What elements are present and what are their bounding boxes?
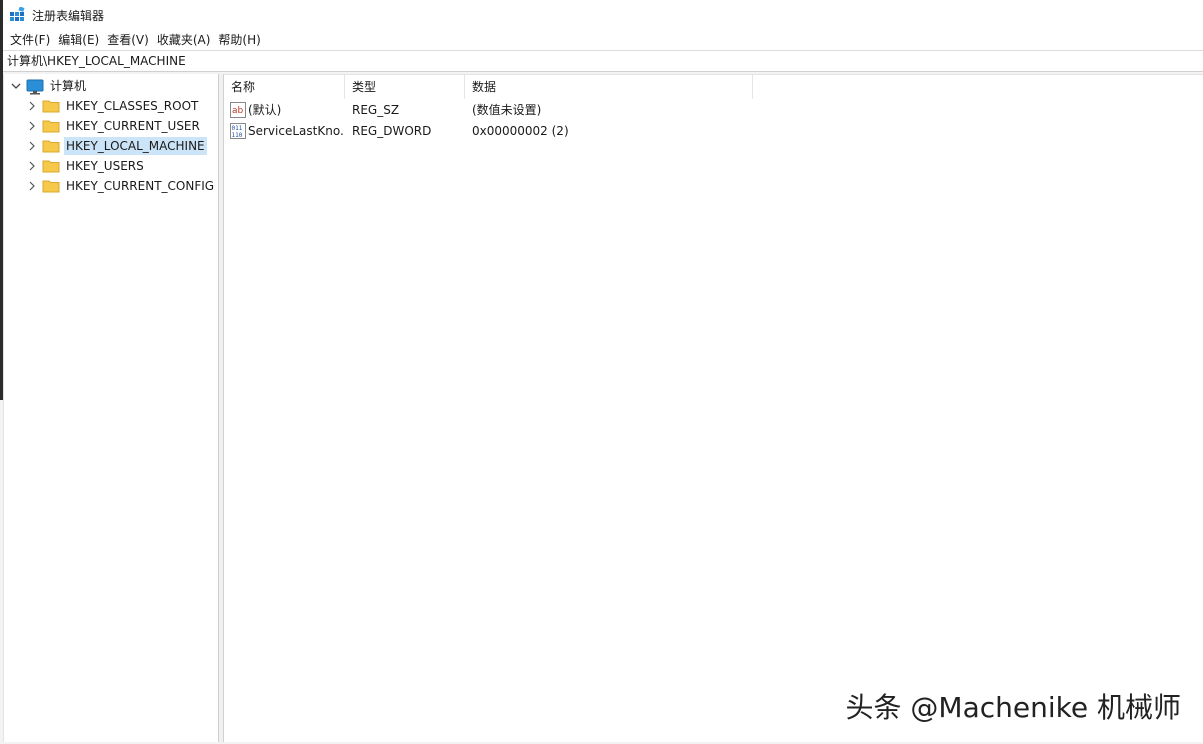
- value-data: 0x00000002 (2): [472, 124, 569, 138]
- tree-item-label: HKEY_CURRENT_USER: [66, 119, 200, 133]
- column-header-name[interactable]: 名称: [224, 75, 345, 99]
- tree-item-hkey-classes-root[interactable]: HKEY_CLASSES_ROOT: [26, 96, 200, 116]
- address-bar[interactable]: 计算机\HKEY_LOCAL_MACHINE: [3, 50, 1203, 72]
- chevron-right-icon[interactable]: [26, 160, 38, 172]
- tree-item-hkey-current-config[interactable]: HKEY_CURRENT_CONFIG: [26, 176, 216, 196]
- value-type: REG_DWORD: [352, 124, 432, 138]
- chevron-down-icon[interactable]: [10, 80, 22, 92]
- window-title: 注册表编辑器: [32, 8, 105, 23]
- computer-icon: [26, 79, 44, 95]
- tree-item-label-selected: HKEY_LOCAL_MACHINE: [64, 137, 207, 155]
- menu-bar: 文件(F) 编辑(E) 查看(V) 收藏夹(A) 帮助(H): [3, 30, 1203, 50]
- watermark-text: 头条 @Machenike 机械师: [845, 691, 1181, 724]
- chevron-right-icon[interactable]: [26, 100, 38, 112]
- chevron-right-icon[interactable]: [26, 140, 38, 152]
- column-header-data[interactable]: 数据: [465, 75, 753, 99]
- tree-root-label: 计算机: [50, 79, 87, 93]
- svg-text:110: 110: [232, 132, 243, 139]
- value-name: (默认): [248, 103, 282, 117]
- menu-edit[interactable]: 编辑(E): [57, 31, 106, 49]
- menu-view[interactable]: 查看(V): [106, 31, 156, 49]
- svg-text:ab: ab: [232, 106, 244, 116]
- values-list[interactable]: 名称 类型 数据 ab (默认) REG_SZ (数值未设置) 011 110: [223, 74, 1203, 742]
- tree-item-hkey-current-user[interactable]: HKEY_CURRENT_USER: [26, 116, 202, 136]
- string-value-icon: ab: [230, 102, 246, 118]
- tree-item-label: HKEY_CURRENT_CONFIG: [66, 179, 215, 193]
- column-headers: 名称 类型 数据: [224, 75, 1203, 99]
- folder-icon: [42, 119, 60, 133]
- value-name: ServiceLastKno...: [248, 124, 344, 138]
- value-row[interactable]: 011 110 ServiceLastKno... REG_DWORD 0x00…: [224, 121, 1203, 141]
- svg-text:011: 011: [232, 125, 243, 132]
- regedit-window: 注册表编辑器 文件(F) 编辑(E) 查看(V) 收藏夹(A) 帮助(H) 计算…: [0, 0, 1203, 744]
- column-header-type[interactable]: 类型: [345, 75, 465, 99]
- tree-item-label: HKEY_CLASSES_ROOT: [66, 99, 199, 113]
- folder-icon: [42, 139, 60, 153]
- value-row[interactable]: ab (默认) REG_SZ (数值未设置): [224, 100, 1203, 120]
- menu-file[interactable]: 文件(F): [9, 31, 57, 49]
- chevron-right-icon[interactable]: [26, 180, 38, 192]
- tree-item-hkey-users[interactable]: HKEY_USERS: [26, 156, 146, 176]
- menu-help[interactable]: 帮助(H): [217, 31, 267, 49]
- key-tree[interactable]: 计算机 HKEY_CLASSES_ROOT HKEY_CURRENT_USER: [3, 74, 219, 742]
- folder-icon: [42, 179, 60, 193]
- chevron-right-icon[interactable]: [26, 120, 38, 132]
- title-bar[interactable]: 注册表编辑器: [3, 0, 1203, 30]
- tree-item-label: HKEY_USERS: [66, 159, 144, 173]
- regedit-app-icon: [10, 6, 26, 23]
- folder-icon: [42, 159, 60, 173]
- menu-favorites[interactable]: 收藏夹(A): [156, 31, 218, 49]
- tree-item-hkey-local-machine[interactable]: HKEY_LOCAL_MACHINE: [26, 136, 207, 156]
- binary-value-icon: 011 110: [230, 123, 246, 139]
- value-data: (数值未设置): [472, 103, 542, 117]
- value-type: REG_SZ: [352, 103, 400, 117]
- folder-icon: [42, 99, 60, 113]
- tree-root-computer[interactable]: 计算机: [10, 76, 88, 96]
